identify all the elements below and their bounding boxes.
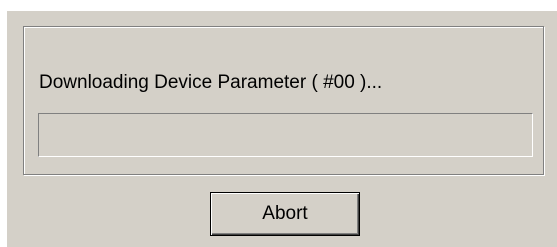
abort-button[interactable]: Abort: [210, 192, 360, 236]
progress-dialog: Downloading Device Parameter ( #00 )... …: [6, 10, 557, 247]
status-message: Downloading Device Parameter ( #00 )...: [39, 72, 383, 93]
status-group: Downloading Device Parameter ( #00 )...: [23, 26, 544, 175]
progress-bar: [38, 113, 533, 157]
